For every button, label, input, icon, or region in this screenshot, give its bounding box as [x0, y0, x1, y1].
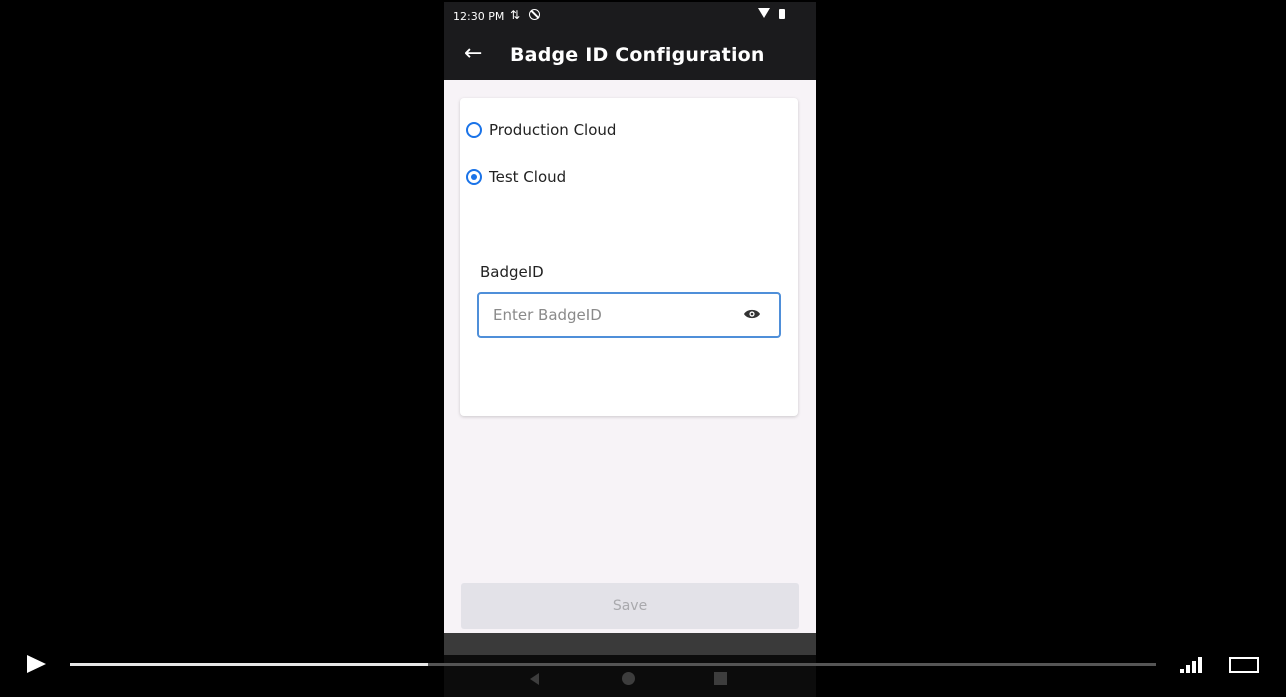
radio-button-icon[interactable]: [466, 122, 482, 138]
badge-id-label: BadgeID: [480, 263, 544, 281]
status-bar: 12:30 PM ⇅: [444, 2, 816, 30]
radio-label: Test Cloud: [489, 168, 567, 186]
progress-fill: [70, 663, 429, 666]
page-title: Badge ID Configuration: [510, 44, 765, 66]
phone-screen: 12:30 PM ⇅ ← Badge ID Configuration Prod…: [444, 2, 816, 697]
battery-icon: [779, 9, 785, 19]
radio-production-cloud[interactable]: Production Cloud: [466, 117, 616, 143]
badge-id-field: [477, 292, 781, 338]
radio-label: Production Cloud: [489, 121, 617, 139]
progress-bar[interactable]: [70, 663, 1156, 666]
usb-icon: ⇅: [510, 8, 521, 22]
volume-bars-icon[interactable]: [1180, 657, 1212, 673]
badge-id-input[interactable]: [479, 294, 743, 336]
fullscreen-icon[interactable]: [1229, 657, 1259, 673]
do-not-disturb-icon: [529, 9, 540, 20]
back-arrow-icon[interactable]: ←: [464, 41, 482, 67]
save-button[interactable]: Save: [461, 583, 799, 629]
radio-test-cloud[interactable]: Test Cloud: [466, 164, 566, 190]
status-time: 12:30 PM: [453, 10, 505, 23]
app-bar: ← Badge ID Configuration: [444, 30, 816, 80]
radio-button-checked-icon[interactable]: [466, 169, 482, 185]
eye-icon[interactable]: [743, 308, 761, 320]
wifi-icon: [758, 8, 770, 18]
video-player-controls: [0, 640, 1286, 690]
play-icon[interactable]: [27, 655, 46, 673]
configuration-card: [460, 98, 798, 416]
